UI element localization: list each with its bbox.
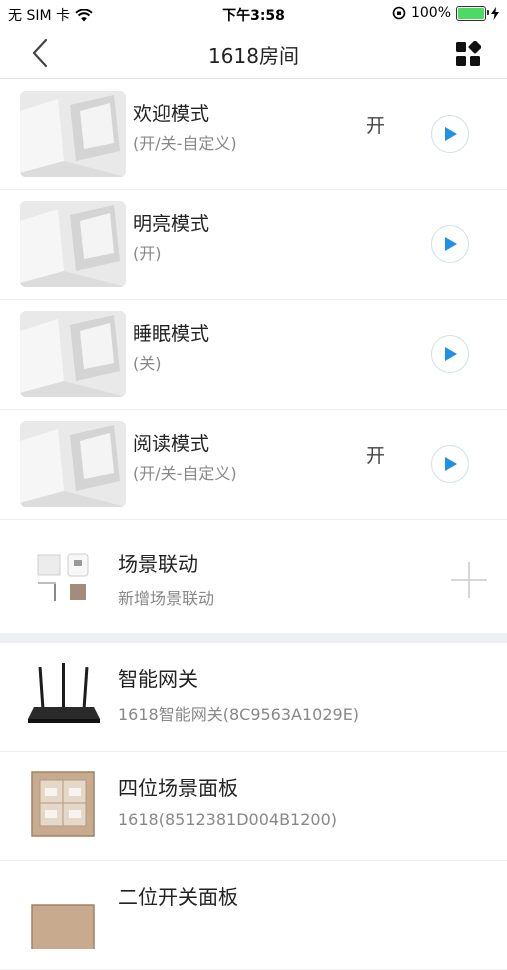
play-button[interactable] — [431, 115, 469, 153]
scene-row[interactable]: 明亮模式 (开) — [0, 189, 507, 300]
scene-name: 欢迎模式 — [133, 103, 210, 125]
play-icon — [445, 237, 457, 251]
status-right: 100% — [392, 5, 499, 21]
scene-linkage-row[interactable]: 场景联动 新增场景联动 — [0, 521, 507, 633]
play-icon — [445, 457, 457, 471]
device-row[interactable]: 智能网关 1618智能网关(8C9563A1029E) — [0, 643, 507, 752]
scene-panel-icon — [31, 771, 95, 837]
battery-percent: 100% — [410, 5, 451, 21]
status-bar: 无 SIM 卡 下午3:58 100% — [0, 0, 507, 28]
page-title: 1618房间 — [208, 44, 299, 68]
router-icon — [28, 663, 100, 723]
switch-panel-icon — [31, 904, 95, 949]
charging-bolt-icon — [491, 6, 499, 20]
play-button[interactable] — [431, 445, 469, 483]
scene-linkage-subtitle: 新增场景联动 — [118, 589, 215, 608]
play-icon — [445, 127, 457, 141]
scene-linkage-icon — [37, 553, 89, 601]
scene-row[interactable]: 欢迎模式 (开/关-自定义) 开 — [0, 79, 507, 190]
scene-thumbnail — [20, 91, 126, 177]
scene-thumbnail — [20, 421, 126, 507]
device-name: 智能网关 — [118, 667, 198, 691]
play-button[interactable] — [431, 225, 469, 263]
scene-state: 开 — [366, 445, 386, 467]
play-icon — [445, 347, 457, 361]
play-button[interactable] — [431, 335, 469, 373]
orientation-lock-icon — [392, 6, 406, 20]
section-divider — [0, 633, 507, 643]
scene-name: 明亮模式 — [133, 213, 210, 235]
device-name: 二位开关面板 — [118, 885, 238, 909]
battery-icon — [456, 5, 489, 21]
scene-row[interactable]: 睡眠模式 (关) — [0, 299, 507, 410]
scene-subtitle: (关) — [133, 354, 162, 373]
add-icon[interactable] — [449, 560, 489, 600]
scene-subtitle: (开/关-自定义) — [133, 134, 237, 153]
scene-subtitle: (开) — [133, 244, 162, 263]
scene-thumbnail — [20, 201, 126, 287]
scene-row[interactable]: 阅读模式 (开/关-自定义) 开 — [0, 409, 507, 520]
scene-name: 阅读模式 — [133, 433, 210, 455]
grid-menu-icon[interactable] — [455, 41, 481, 67]
device-row[interactable]: 二位开关面板 — [0, 861, 507, 970]
scene-name: 睡眠模式 — [133, 323, 210, 345]
scene-thumbnail — [20, 311, 126, 397]
device-name: 四位场景面板 — [118, 776, 238, 800]
nav-bar: 1618房间 — [0, 28, 507, 79]
scene-subtitle: (开/关-自定义) — [133, 464, 237, 483]
device-subtitle: 1618(8512381D004B1200) — [118, 810, 338, 829]
scene-linkage-title: 场景联动 — [118, 552, 198, 576]
scene-state: 开 — [366, 115, 386, 137]
device-row[interactable]: 四位场景面板 1618(8512381D004B1200) — [0, 752, 507, 861]
device-subtitle: 1618智能网关(8C9563A1029E) — [118, 705, 360, 724]
